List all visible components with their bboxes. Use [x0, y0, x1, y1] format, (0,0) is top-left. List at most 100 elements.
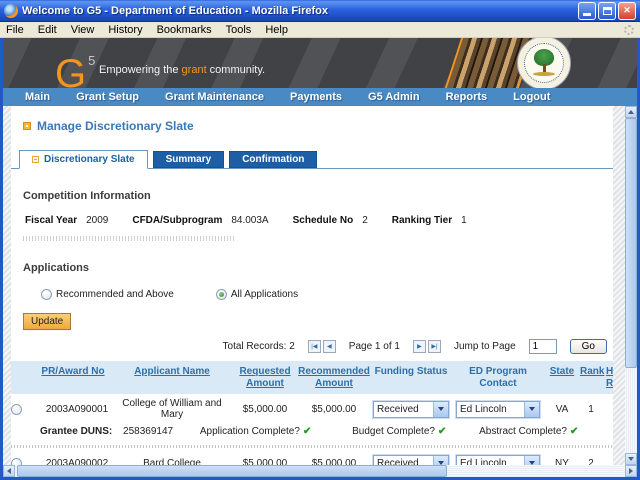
restore-button[interactable]	[598, 2, 616, 20]
menu-item-help[interactable]: Help	[265, 24, 288, 36]
menu-item-bookmarks[interactable]: Bookmarks	[157, 24, 212, 36]
nav-item-logout[interactable]: Logout	[513, 91, 550, 103]
jump-to-page-input[interactable]	[529, 339, 557, 354]
prev-page-button[interactable]: ◀	[323, 340, 336, 353]
vertical-scroll-thumb[interactable]	[625, 118, 637, 368]
ed-program-contact-select[interactable]: Ed Lincoln	[456, 401, 540, 418]
nav-bar: Main Grant Setup Grant Maintenance Payme…	[3, 88, 637, 106]
check-icon: ✔	[438, 426, 446, 437]
nav-item-g5-admin[interactable]: G5 Admin	[368, 91, 420, 103]
jump-to-page-label: Jump to Page	[454, 341, 516, 352]
tab-confirmation[interactable]: Confirmation	[229, 151, 317, 168]
logo-g: G	[55, 52, 86, 88]
radio-selected-icon[interactable]	[216, 289, 227, 300]
close-button[interactable]: ✕	[618, 2, 636, 20]
window-controls: ✕	[578, 2, 636, 20]
chevron-down-icon[interactable]	[433, 456, 448, 466]
applications-table: PR/Award No Applicant Name Requested Amo…	[11, 361, 613, 465]
abstract-complete-label: Abstract Complete?	[479, 426, 567, 437]
scroll-right-button[interactable]	[625, 465, 637, 477]
tab-summary[interactable]: Summary	[153, 151, 225, 168]
page-content: Manage Discretionary Slate Discretionary…	[11, 106, 613, 465]
chevron-down-icon[interactable]	[433, 402, 448, 417]
nav-item-main[interactable]: Main	[25, 91, 50, 103]
last-page-button[interactable]: ▶|	[428, 340, 441, 353]
radio-icon[interactable]	[41, 289, 52, 300]
tab-discretionary-slate[interactable]: Discretionary Slate	[19, 150, 148, 169]
scroll-left-button[interactable]	[3, 465, 15, 477]
col-pr-award-no[interactable]: PR/Award No	[35, 361, 111, 394]
first-page-button[interactable]: |◀	[308, 340, 321, 353]
schedule-no-value: 2	[362, 215, 368, 226]
scroll-down-button[interactable]	[625, 453, 637, 465]
menu-item-history[interactable]: History	[108, 24, 142, 36]
row-select-radio[interactable]	[11, 458, 22, 466]
radio-all-applications[interactable]: All Applications	[216, 289, 298, 300]
tagline: Empowering the grant community.	[99, 64, 265, 76]
state: VA	[545, 394, 579, 424]
high-risk: N	[603, 448, 613, 465]
menu-item-tools[interactable]: Tools	[226, 24, 252, 36]
competition-info-heading: Competition Information	[23, 190, 613, 202]
vertical-scrollbar[interactable]	[625, 106, 637, 465]
grantee-duns-value: 258369147	[123, 426, 173, 437]
menu-item-edit[interactable]: Edit	[38, 24, 57, 36]
page-title-bullet-icon	[23, 122, 31, 130]
title-bar: Welcome to G5 - Department of Education …	[0, 0, 640, 22]
tab-bullet-icon	[32, 156, 39, 163]
funding-status-select[interactable]: Received	[373, 401, 449, 418]
go-button[interactable]: Go	[570, 339, 607, 354]
right-stripe-border	[613, 106, 625, 465]
menu-item-view[interactable]: View	[71, 24, 95, 36]
col-recommended-amount[interactable]: Recommended Amount	[297, 361, 371, 394]
restore-icon	[603, 7, 612, 15]
nav-item-payments[interactable]: Payments	[290, 91, 342, 103]
horizontal-scroll-thumb[interactable]	[17, 465, 447, 477]
cfda-value: 84.003A	[231, 215, 268, 226]
rank: 1	[579, 394, 603, 424]
minimize-button[interactable]	[578, 2, 596, 20]
chevron-down-icon[interactable]	[524, 402, 539, 417]
col-state[interactable]: State	[545, 361, 579, 394]
nav-item-grant-maintenance[interactable]: Grant Maintenance	[165, 91, 264, 103]
state: NY	[545, 448, 579, 465]
dotted-divider	[23, 236, 235, 241]
col-rank[interactable]: Rank	[579, 361, 603, 394]
requested-amount: $5,000.00	[233, 448, 297, 465]
firefox-icon	[4, 4, 18, 18]
scroll-up-button[interactable]	[625, 106, 637, 118]
fiscal-year-value: 2009	[86, 215, 108, 226]
grantee-duns-label: Grantee DUNS:	[40, 426, 112, 437]
col-high-risk[interactable]: High Risk	[603, 361, 613, 394]
table-header-row: PR/Award No Applicant Name Requested Amo…	[11, 361, 613, 394]
menu-item-file[interactable]: File	[6, 24, 24, 36]
application-complete-label: Application Complete?	[200, 426, 300, 437]
budget-complete-label: Budget Complete?	[352, 426, 435, 437]
col-applicant-name[interactable]: Applicant Name	[111, 361, 233, 394]
radio-recommended-and-above[interactable]: Recommended and Above	[41, 289, 174, 300]
chevron-down-icon[interactable]	[524, 456, 539, 466]
education-seal-icon	[517, 38, 571, 88]
rank: 2	[579, 448, 603, 465]
page-title: Manage Discretionary Slate	[23, 119, 613, 133]
ranking-tier-label: Ranking Tier	[392, 215, 452, 226]
recommended-amount: $5,000.00	[297, 448, 371, 465]
window-title: Welcome to G5 - Department of Education …	[22, 5, 578, 17]
competition-fields: Fiscal Year 2009 CFDA/Subprogram 84.003A…	[25, 215, 613, 226]
nav-item-grant-setup[interactable]: Grant Setup	[76, 91, 139, 103]
horizontal-scrollbar[interactable]	[3, 465, 637, 477]
menu-bar: File Edit View History Bookmarks Tools H…	[0, 22, 640, 38]
nav-item-reports[interactable]: Reports	[446, 91, 488, 103]
row-select-radio[interactable]	[11, 404, 22, 415]
col-funding-status: Funding Status	[371, 361, 451, 394]
total-records: Total Records: 2	[223, 341, 295, 352]
next-page-button[interactable]: ▶	[413, 340, 426, 353]
funding-status-select[interactable]: Received	[373, 455, 449, 466]
update-button[interactable]: Update	[23, 313, 71, 330]
up-arrow-icon	[628, 110, 634, 114]
applications-heading: Applications	[23, 262, 613, 274]
award-no: 2003A090002	[35, 448, 111, 465]
ed-program-contact-select[interactable]: Ed Lincoln	[456, 455, 540, 466]
check-icon: ✔	[570, 426, 578, 437]
col-requested-amount[interactable]: Requested Amount	[233, 361, 297, 394]
